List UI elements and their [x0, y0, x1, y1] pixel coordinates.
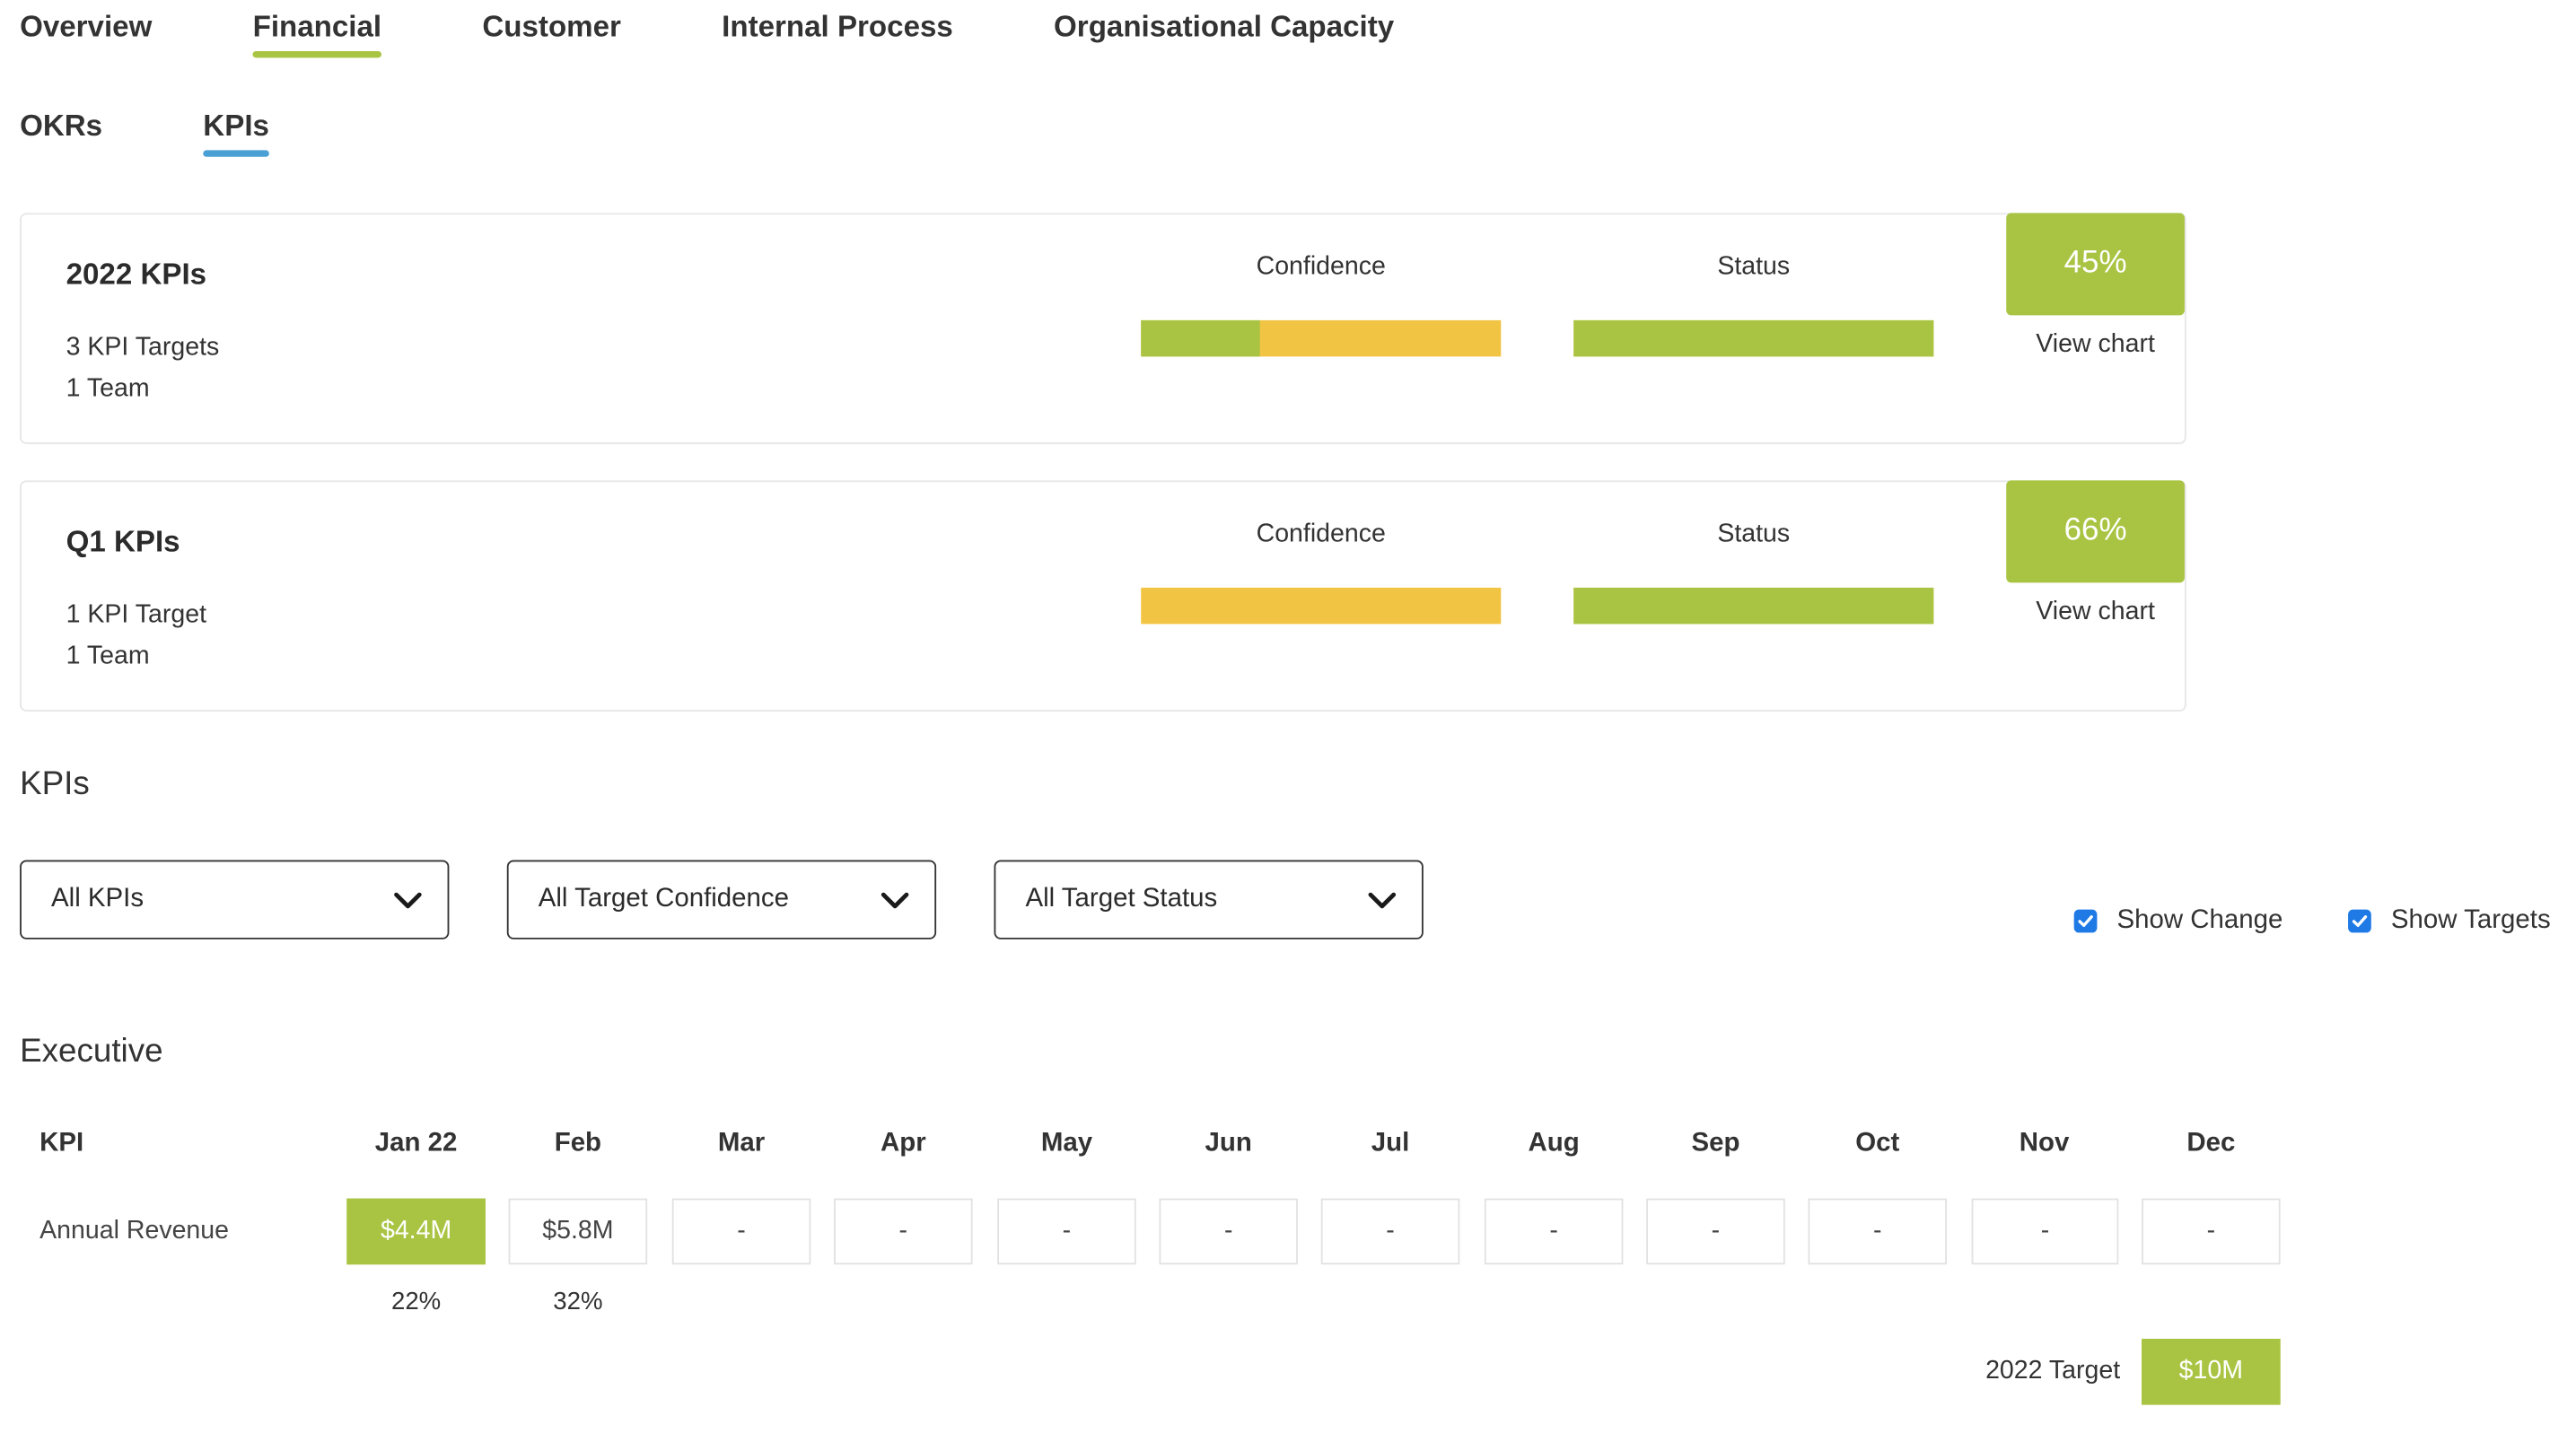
- team-count: 1 Team: [66, 374, 150, 403]
- kpi-value-cell[interactable]: -: [834, 1198, 973, 1265]
- kpi-value-cell[interactable]: -: [1484, 1198, 1624, 1265]
- confidence-label: Confidence: [1256, 252, 1386, 281]
- status-label: Status: [1717, 520, 1791, 548]
- executive-section-title: Executive: [20, 1033, 163, 1070]
- kpi-target-count: 1 KPI Target: [66, 600, 206, 629]
- kpi-target-count: 3 KPI Targets: [66, 333, 220, 362]
- card-title: 2022 KPIs: [66, 257, 207, 291]
- chevron-down-icon: [1368, 892, 1397, 909]
- show-targets-label: Show Targets: [2390, 905, 2551, 935]
- month-header: Feb: [554, 1129, 602, 1158]
- kpi-filter-value: All KPIs: [51, 885, 145, 913]
- change-percent: 22%: [390, 1287, 442, 1316]
- month-header: Jul: [1371, 1129, 1410, 1158]
- kpi-filter-dropdown[interactable]: All KPIs: [20, 860, 450, 939]
- kpi-value-cell[interactable]: -: [2142, 1198, 2281, 1265]
- target-confidence-filter-dropdown[interactable]: All Target Confidence: [506, 860, 937, 939]
- kpi-value-cell[interactable]: -: [1971, 1198, 2119, 1265]
- month-header: Apr: [880, 1129, 926, 1158]
- kpis-section-title: KPIs: [20, 765, 90, 803]
- month-header: Nov: [2019, 1129, 2070, 1158]
- progress-percent-badge[interactable]: 66%: [2006, 480, 2185, 583]
- kpi-value-cell[interactable]: $4.4M: [346, 1198, 486, 1265]
- tab-customer[interactable]: Customer: [482, 10, 621, 45]
- kpi-value-cell[interactable]: $5.8M: [508, 1198, 648, 1265]
- checkbox-checked-icon: [2073, 909, 2098, 933]
- target-status-filter-dropdown[interactable]: All Target Status: [994, 860, 1424, 939]
- kpi-value-cell[interactable]: -: [1320, 1198, 1460, 1265]
- kpi-value-cell[interactable]: -: [671, 1198, 811, 1265]
- tab-overview[interactable]: Overview: [20, 10, 152, 45]
- tab-internal-process[interactable]: Internal Process: [722, 10, 953, 45]
- target-value-cell[interactable]: $10M: [2142, 1338, 2281, 1405]
- kpi-value-cell[interactable]: -: [1808, 1198, 1948, 1265]
- target-confidence-filter-value: All Target Confidence: [538, 885, 790, 913]
- target-status-filter-value: All Target Status: [1025, 885, 1218, 913]
- chevron-down-icon: [881, 892, 909, 909]
- month-header: Mar: [717, 1129, 766, 1158]
- card-title: Q1 KPIs: [66, 525, 180, 558]
- progress-percent-badge[interactable]: 45%: [2006, 213, 2185, 316]
- status-label: Status: [1717, 252, 1791, 281]
- team-count: 1 Team: [66, 642, 150, 670]
- kpi-value-cell[interactable]: -: [1646, 1198, 1785, 1265]
- month-header: Jun: [1205, 1129, 1252, 1158]
- month-header: Dec: [2186, 1129, 2236, 1158]
- confidence-bar: [1141, 319, 1502, 357]
- kpi-name: Annual Revenue: [39, 1216, 230, 1245]
- kpi-value-cell[interactable]: -: [997, 1198, 1136, 1265]
- view-chart-link[interactable]: View chart: [2006, 330, 2185, 360]
- status-bar-fill: [1573, 319, 1934, 357]
- month-header: Oct: [1855, 1129, 1900, 1158]
- kpi-summary-card: 2022 KPIs 3 KPI Targets 1 Team Confidenc…: [20, 213, 2186, 444]
- kpi-summary-card: Q1 KPIs 1 KPI Target 1 Team Confidence S…: [20, 480, 2186, 712]
- kpi-value-cell[interactable]: -: [1159, 1198, 1299, 1265]
- target-label: 2022 Target: [1985, 1357, 2121, 1385]
- kpi-dashboard: Overview Financial Customer Internal Pro…: [0, 0, 2576, 1433]
- month-header: Jan 22: [374, 1129, 458, 1158]
- kpi-column-header: KPI: [39, 1129, 84, 1158]
- month-header: Sep: [1691, 1129, 1740, 1158]
- change-percent: 32%: [553, 1287, 603, 1316]
- status-bar: [1573, 587, 1934, 625]
- month-header: Aug: [1528, 1129, 1580, 1158]
- subtab-kpis[interactable]: KPIs: [203, 109, 270, 157]
- confidence-bar-fill: [1141, 319, 1260, 357]
- tab-financial[interactable]: Financial: [252, 10, 382, 58]
- view-chart-link[interactable]: View chart: [2006, 598, 2185, 627]
- subtab-okrs[interactable]: OKRs: [20, 109, 102, 144]
- confidence-bar: [1141, 587, 1502, 625]
- show-targets-checkbox[interactable]: Show Targets: [2348, 906, 2551, 936]
- chevron-down-icon: [394, 892, 422, 909]
- status-bar: [1573, 319, 1934, 357]
- perspective-tabs: Overview Financial Customer Internal Pro…: [20, 10, 1394, 58]
- tab-organisational-capacity[interactable]: Organisational Capacity: [1054, 10, 1394, 45]
- confidence-label: Confidence: [1256, 520, 1386, 548]
- show-change-checkbox[interactable]: Show Change: [2073, 905, 2283, 936]
- sub-tabs: OKRs KPIs: [20, 109, 270, 157]
- status-bar-fill: [1573, 587, 1934, 625]
- month-header: May: [1040, 1129, 1093, 1158]
- checkbox-checked-icon: [2348, 909, 2371, 933]
- show-change-label: Show Change: [2116, 905, 2283, 935]
